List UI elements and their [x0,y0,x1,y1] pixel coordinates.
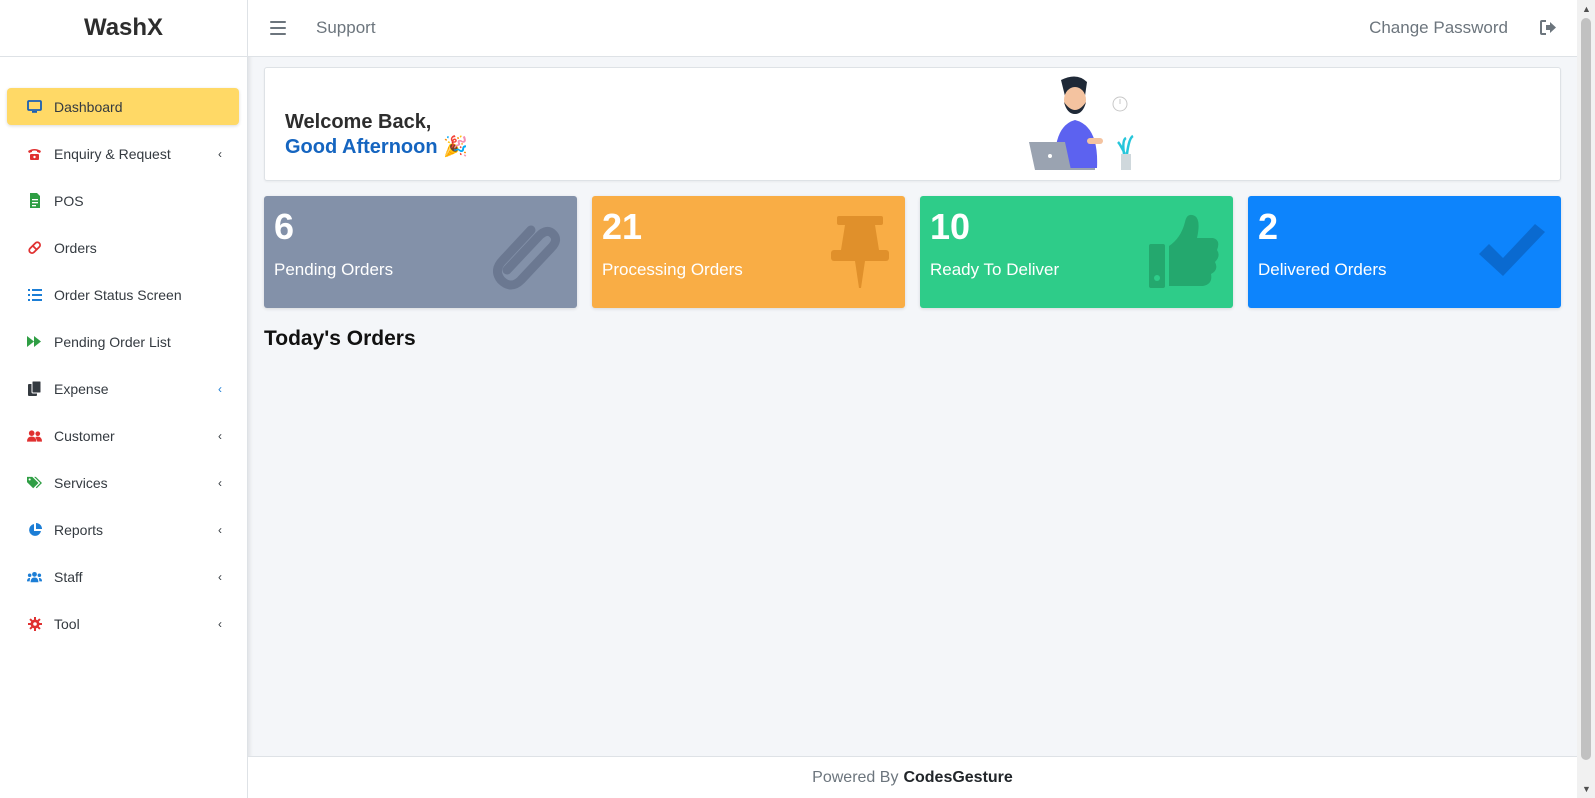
greeting: Good Afternoon 🎉 [285,135,468,160]
tags-icon [27,475,42,490]
invoice-icon [27,193,42,208]
sidebar-nav: Dashboard Enquiry & Request ‹ POS Orders [0,57,247,642]
card-label: Pending Orders [274,260,394,279]
footer: Powered By CodesGesture [248,756,1577,798]
chevron-left-icon: ‹ [218,428,222,443]
sidebar-item-label: Pending Order List [54,333,171,350]
copy-icon [27,381,42,396]
sidebar-item-reports[interactable]: Reports ‹ [7,511,239,548]
fast-forward-icon [27,334,42,349]
developer-illustration [1029,76,1134,170]
sidebar-item-label: Tool [54,615,80,632]
sidebar-item-staff[interactable]: Staff ‹ [7,558,239,595]
monitor-icon [27,99,42,114]
scrollbar-thumb[interactable] [1581,18,1591,760]
fax-icon [27,146,42,161]
sidebar-item-label: Expense [54,380,109,397]
chevron-left-icon: ‹ [218,381,222,396]
sidebar-item-label: Services [54,474,108,491]
sign-out-icon[interactable] [1540,19,1557,37]
scroll-up-arrow-icon[interactable]: ▲ [1582,4,1591,14]
company-name[interactable]: CodesGesture [903,769,1012,787]
card-count: 10 [930,206,971,247]
pending-orders-card[interactable]: 6 Pending Orders [264,196,577,308]
todays-orders-heading: Today's Orders [264,327,416,350]
vertical-scrollbar[interactable]: ▲ ▼ [1577,0,1595,798]
support-link[interactable]: Support [316,18,376,38]
processing-orders-card[interactable]: 21 Processing Orders [592,196,905,308]
sidebar-item-pos[interactable]: POS [7,182,239,219]
pill-icon [27,240,42,255]
main-content: Welcome Back, Good Afternoon 🎉 6 Pending… [264,67,1561,368]
chevron-left-icon: ‹ [218,475,222,490]
brand-logo[interactable]: WashX [0,0,247,57]
users-icon [27,428,42,443]
welcome-banner: Welcome Back, Good Afternoon 🎉 [264,67,1561,181]
chevron-left-icon: ‹ [218,616,222,631]
sidebar-item-services[interactable]: Services ‹ [7,464,239,501]
welcome-heading: Welcome Back, [285,111,432,133]
list-icon [27,287,42,302]
sidebar-item-label: Staff [54,568,83,585]
sidebar-item-tool[interactable]: Tool ‹ [7,605,239,642]
sidebar-item-label: Enquiry & Request [54,145,171,162]
sidebar-item-label: Order Status Screen [54,286,182,303]
sidebar-item-enquiry-request[interactable]: Enquiry & Request ‹ [7,135,239,172]
top-navbar: Support Change Password [248,0,1577,57]
delivered-orders-card[interactable]: 2 Delivered Orders [1248,196,1561,308]
sidebar-item-expense[interactable]: Expense ‹ [7,370,239,407]
sidebar-item-customer[interactable]: Customer ‹ [7,417,239,454]
sidebar-item-orders[interactable]: Orders [7,229,239,266]
change-password-link[interactable]: Change Password [1369,18,1508,38]
thumbs-up-icon [1149,214,1219,288]
pie-chart-icon [27,522,42,537]
card-label: Delivered Orders [1258,260,1387,279]
thumbtack-icon [831,216,889,288]
check-icon [1479,224,1545,276]
card-count: 2 [1258,206,1279,247]
paperclip-icon [493,225,561,290]
card-count: 21 [602,206,643,247]
ready-to-deliver-card[interactable]: 10 Ready To Deliver [920,196,1233,308]
party-popper-icon: 🎉 [443,136,469,158]
sidebar: WashX Dashboard Enquiry & Request ‹ POS [0,0,248,798]
card-label: Ready To Deliver [930,260,1060,279]
sidebar-item-label: POS [54,192,84,209]
card-label: Processing Orders [602,260,743,279]
sidebar-item-label: Dashboard [54,98,123,115]
sidebar-item-label: Orders [54,239,97,256]
sidebar-item-order-status-screen[interactable]: Order Status Screen [7,276,239,313]
hamburger-menu-icon[interactable] [270,21,286,35]
welcome-text: Welcome Back, Good Afternoon 🎉 [285,110,468,160]
order-stats-cards: 6 Pending Orders 21 Processing Orders 10… [264,196,1561,308]
chevron-left-icon: ‹ [218,569,222,584]
chevron-left-icon: ‹ [218,522,222,537]
chevron-left-icon: ‹ [218,146,222,161]
sidebar-item-label: Reports [54,521,104,538]
scroll-down-arrow-icon[interactable]: ▼ [1582,784,1591,794]
sidebar-item-dashboard[interactable]: Dashboard [7,88,239,125]
powered-by-text: Powered By [812,768,899,786]
users-group-icon [27,569,42,584]
gear-icon [27,616,42,631]
sidebar-item-pending-order-list[interactable]: Pending Order List [7,323,239,360]
greeting-text: Good Afternoon [285,136,438,158]
sidebar-item-label: Customer [54,427,115,444]
card-count: 6 [274,206,295,247]
